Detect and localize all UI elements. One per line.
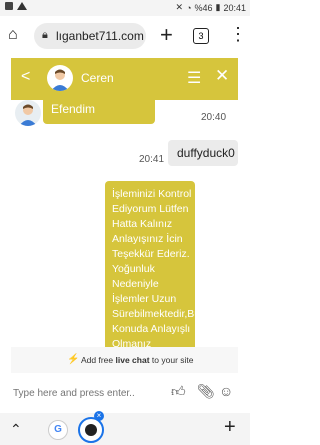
battery-icon: ▮ [215, 2, 221, 12]
chat-header: < Ceren ☰ ✕ [11, 58, 238, 100]
message-time: 20:40 [201, 112, 227, 123]
close-tab-icon[interactable]: × [94, 411, 104, 421]
url-text: lıganbet711.com [56, 29, 144, 43]
close-icon[interactable]: ✕ [215, 66, 229, 86]
thumbs-up-icon[interactable]: 👍︎ [171, 383, 186, 400]
menu-icon[interactable]: ☰ [187, 68, 201, 88]
message-text: Efendim [51, 102, 96, 116]
new-tab-button[interactable]: + [160, 22, 173, 48]
lightning-icon: ⚡ [67, 354, 80, 365]
wifi-icon: ◔ [186, 2, 192, 13]
battery-text: %46 [194, 2, 213, 13]
message-time: 20:41 [139, 154, 165, 165]
chevron-up-icon[interactable]: ⌃ [10, 421, 22, 438]
google-icon[interactable]: G [48, 420, 68, 440]
lock-icon: 🔒︎ [42, 29, 48, 41]
mute-icon: ✕ [175, 2, 184, 12]
status-bar: ✕ ◔ %46 ▮ 20:41 [0, 0, 250, 16]
attachment-icon[interactable]: 📎︎ [197, 383, 215, 400]
browser-bottom-bar: ⌃ G × + [0, 411, 250, 445]
site-tab-icon[interactable]: × [78, 411, 104, 443]
emoji-icon[interactable]: ☺ [219, 383, 233, 399]
incoming-message: Efendim [43, 100, 155, 124]
more-menu-icon[interactable]: ⋮ [229, 24, 247, 45]
tab-switcher-button[interactable]: 3 [193, 28, 209, 44]
chat-messages[interactable]: Efendim 20:40 20:41 duffyduck0 İşleminiz… [11, 100, 238, 347]
agent-name: Ceren [81, 71, 114, 85]
address-bar[interactable]: 🔒︎ lıganbet711.com [34, 23, 146, 49]
message-input[interactable] [13, 385, 153, 401]
incoming-message: İşleminizi Kontrol Ediyorum Lütfen Hatta… [105, 181, 195, 347]
back-icon[interactable]: < [21, 68, 30, 86]
message-text: duffyduck0 [177, 146, 235, 160]
message-composer: 👍︎ 📎︎ ☺ [11, 373, 238, 413]
browser-toolbar: ⌂ 🔒︎ lıganbet711.com + 3 ⋮ [0, 16, 250, 56]
free-chat-banner[interactable]: ⚡ Add free live chat to your site [11, 347, 238, 373]
outgoing-message: duffyduck0 [168, 140, 238, 166]
clock: 20:41 [223, 2, 246, 13]
warning-icon [17, 2, 27, 10]
site-favicon [85, 424, 97, 436]
agent-message-avatar [15, 100, 41, 126]
agent-avatar [47, 65, 73, 91]
banner-text: Add free live chat to your site [81, 355, 194, 365]
notification-icon [5, 2, 13, 10]
home-icon[interactable]: ⌂ [8, 26, 26, 44]
add-tab-button[interactable]: + [224, 416, 236, 439]
